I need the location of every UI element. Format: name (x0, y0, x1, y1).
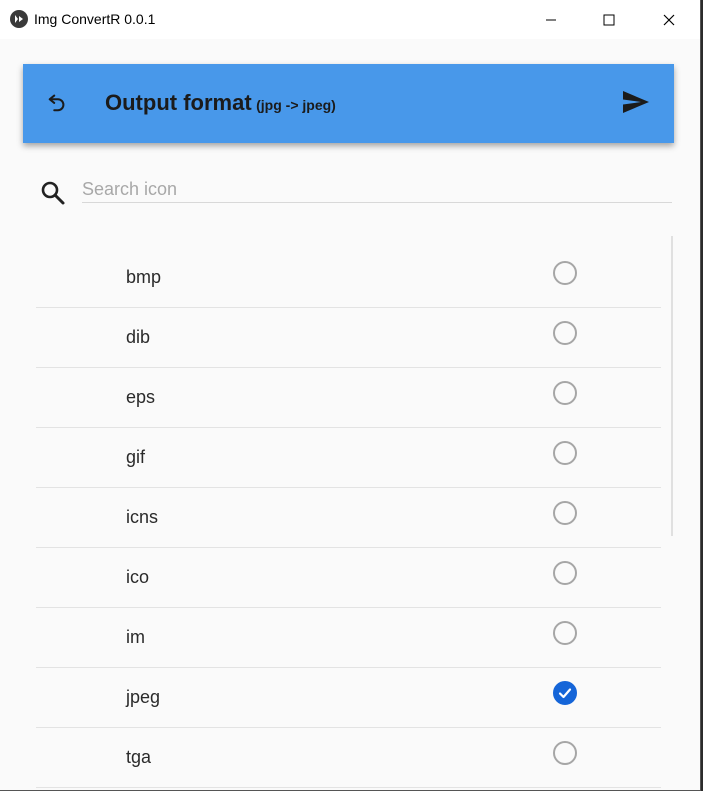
list-item-icns[interactable]: icns (36, 488, 661, 548)
list-item-bmp[interactable]: bmp (36, 248, 661, 308)
list-item-eps[interactable]: eps (36, 368, 661, 428)
radio-unchecked-icon[interactable] (553, 621, 577, 645)
send-button[interactable] (621, 90, 651, 118)
list-item-label: icns (126, 507, 159, 527)
list-item-label: ico (126, 567, 150, 587)
list-item-label: jpeg (126, 687, 161, 707)
radio-unchecked-icon[interactable] (553, 321, 577, 345)
minimize-button[interactable] (522, 0, 580, 39)
top-app-bar: Output format (jpg -> jpeg) (23, 64, 674, 143)
radio-unchecked-icon[interactable] (553, 381, 577, 405)
close-icon (663, 14, 675, 26)
window-title: Img ConvertR 0.0.1 (34, 11, 156, 27)
list-item-jpeg[interactable]: jpeg (36, 668, 661, 728)
radio-unchecked-icon[interactable] (553, 261, 577, 285)
send-icon (622, 90, 650, 119)
scrollbar[interactable] (671, 236, 673, 536)
radio-unchecked-icon[interactable] (553, 561, 577, 585)
radio-checked-icon[interactable] (553, 681, 577, 705)
minimize-icon (545, 14, 557, 26)
radio-unchecked-icon[interactable] (553, 501, 577, 525)
list-item-label: gif (126, 447, 146, 467)
undo-arrow-icon (46, 91, 68, 118)
format-list: bmp dib eps gif icns ico im jpeg tga (36, 248, 661, 790)
list-item-label: dib (126, 327, 151, 347)
list-item-label: tga (126, 747, 152, 767)
page-subtitle: (jpg -> jpeg) (256, 97, 336, 113)
close-button[interactable] (640, 0, 698, 39)
radio-unchecked-icon[interactable] (553, 441, 577, 465)
list-item-label: im (126, 627, 145, 647)
page-title: Output format (jpg -> jpeg) (105, 90, 336, 116)
maximize-button[interactable] (580, 0, 638, 39)
app-window: Img ConvertR 0.0.1 Output format (jpg ->… (0, 0, 701, 791)
radio-unchecked-icon[interactable] (553, 741, 577, 765)
list-item-tga[interactable]: tga (36, 728, 661, 788)
kivy-logo-icon (10, 10, 28, 28)
list-item-im[interactable]: im (36, 608, 661, 668)
back-button[interactable] (43, 90, 71, 118)
list-item-ico[interactable]: ico (36, 548, 661, 608)
maximize-icon (603, 14, 615, 26)
list-item-gif[interactable]: gif (36, 428, 661, 488)
list-item-label: eps (126, 387, 156, 407)
list-item-label: bmp (126, 267, 162, 287)
title-bar[interactable]: Img ConvertR 0.0.1 (0, 0, 700, 39)
search-input[interactable] (82, 176, 672, 203)
search-icon (40, 180, 66, 206)
page-title-text: Output format (105, 90, 252, 115)
list-item-dib[interactable]: dib (36, 308, 661, 368)
